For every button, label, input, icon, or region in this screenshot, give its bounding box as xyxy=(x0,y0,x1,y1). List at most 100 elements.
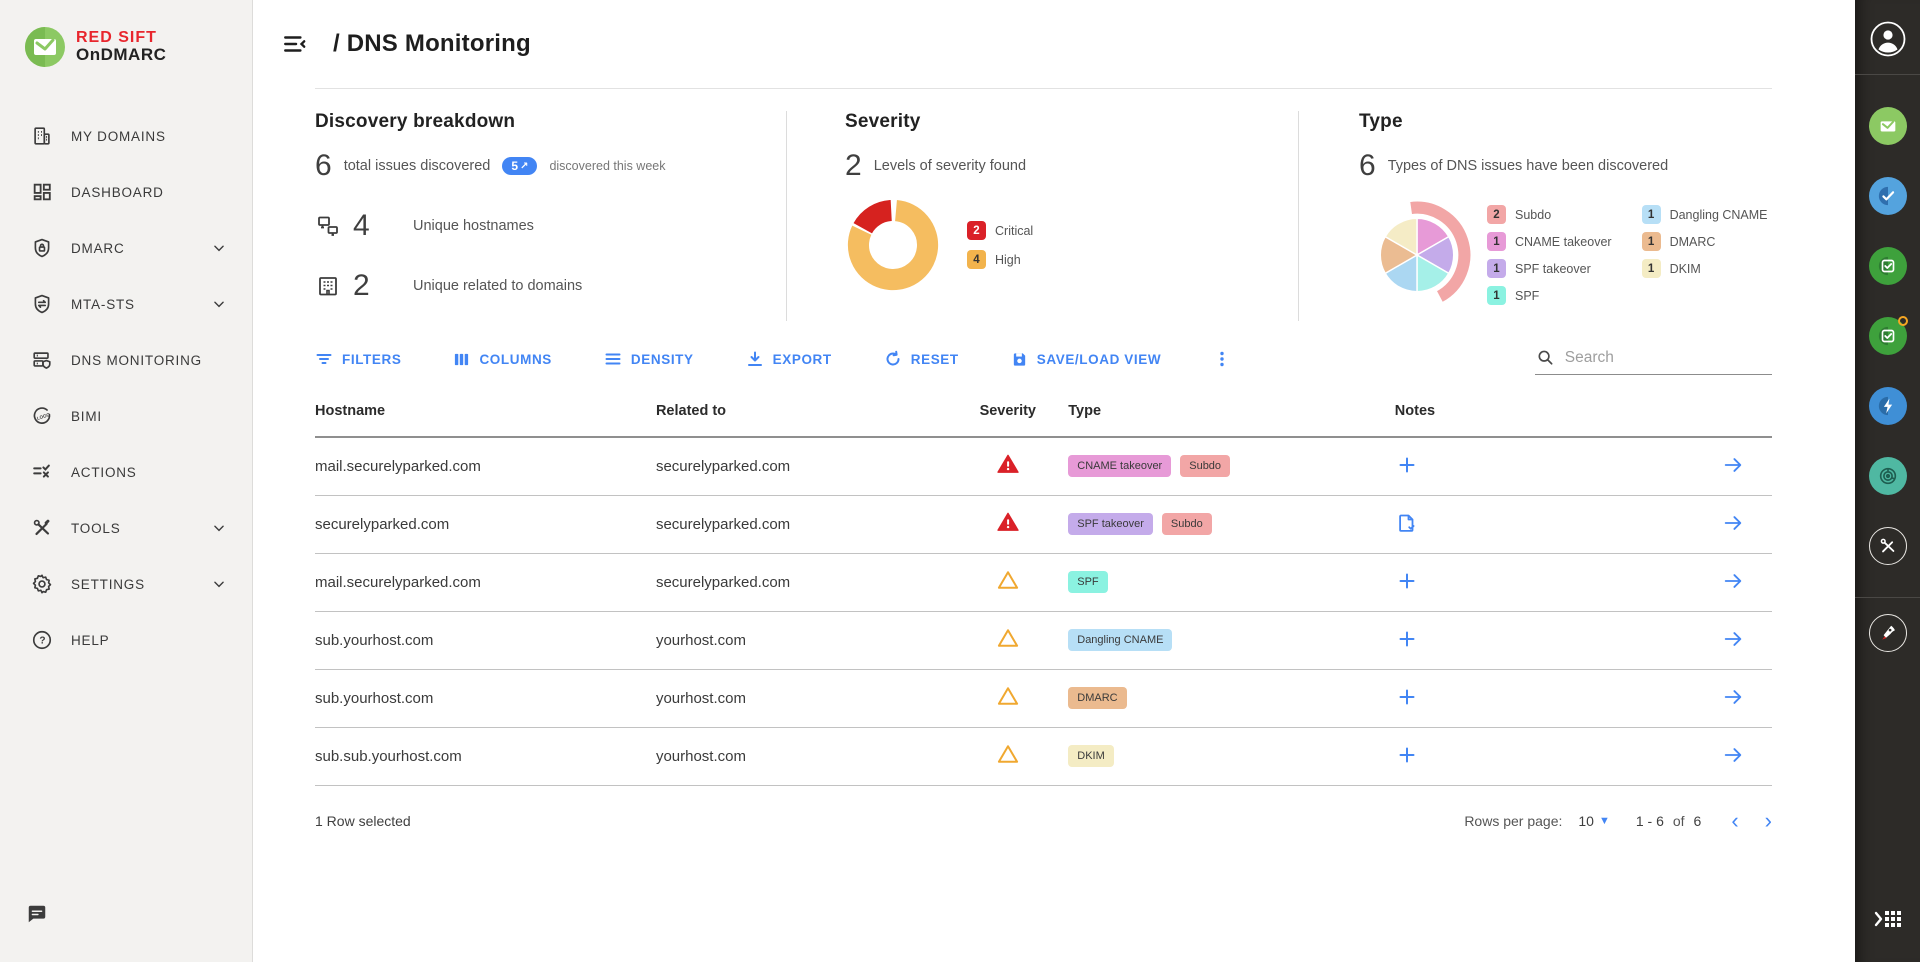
refresh-icon xyxy=(884,350,902,368)
table-row[interactable]: sub.yourhost.com yourhost.com DMARC xyxy=(315,669,1772,727)
type-badge: DKIM xyxy=(1068,745,1114,767)
next-page-button[interactable]: › xyxy=(1765,810,1772,832)
filters-button[interactable]: FILTERS xyxy=(315,350,401,368)
export-button[interactable]: EXPORT xyxy=(746,350,832,368)
chat-widget-icon[interactable] xyxy=(26,903,48,930)
table-row[interactable]: sub.yourhost.com yourhost.com Dangling C… xyxy=(315,611,1772,669)
type-badge: CNAME takeover xyxy=(1068,455,1171,477)
related-to-cell: securelyparked.com xyxy=(656,437,947,495)
type-count-badge: 2 xyxy=(1487,205,1506,224)
brand-name-line1: RED SIFT xyxy=(76,29,166,47)
sidebar-item-mta-sts[interactable]: MTA-STS xyxy=(0,276,252,332)
table-row[interactable]: sub.sub.yourhost.com yourhost.com DKIM xyxy=(315,727,1772,785)
more-options-button[interactable] xyxy=(1213,350,1231,368)
add-note-button[interactable] xyxy=(1395,569,1419,593)
open-row-arrow-button[interactable] xyxy=(1720,452,1746,478)
actions-icon xyxy=(30,460,54,484)
legend-item-spf-takeover: 1 SPF takeover xyxy=(1487,259,1612,278)
brand-name-line2: OnDMARC xyxy=(76,46,166,65)
view-note-button[interactable] xyxy=(1395,511,1419,535)
arrow-right-icon xyxy=(1722,454,1744,476)
open-row-arrow-button[interactable] xyxy=(1720,742,1746,768)
col-header-severity[interactable]: Severity xyxy=(947,387,1068,437)
app-launcher-icon[interactable] xyxy=(1874,907,1902,936)
severity-count-label: Levels of severity found xyxy=(874,158,1026,174)
search-input[interactable] xyxy=(1565,349,1770,367)
tools-app-icon[interactable] xyxy=(1869,527,1907,565)
sidebar-item-settings[interactable]: SETTINGS xyxy=(0,556,252,612)
density-button[interactable]: DENSITY xyxy=(604,350,694,368)
note-document-icon xyxy=(1397,513,1417,533)
account-icon[interactable] xyxy=(1869,20,1907,58)
notes-cell xyxy=(1389,553,1692,611)
col-header-hostname[interactable]: Hostname xyxy=(315,387,656,437)
page-total: 6 xyxy=(1694,813,1702,829)
type-badge: Subdo xyxy=(1180,455,1230,477)
rows-per-page-select[interactable]: 10 ▼ xyxy=(1578,813,1609,829)
add-note-button[interactable] xyxy=(1395,627,1419,651)
add-note-button[interactable] xyxy=(1395,453,1419,477)
save-load-view-button[interactable]: SAVE/LOAD VIEW xyxy=(1011,351,1161,368)
type-count-badge: 1 xyxy=(1642,232,1661,251)
notes-cell xyxy=(1389,437,1692,495)
table-row[interactable]: mail.securelyparked.com securelyparked.c… xyxy=(315,437,1772,495)
columns-button[interactable]: COLUMNS xyxy=(453,351,551,368)
radar-app-icon[interactable] xyxy=(1869,457,1907,495)
panel-title: Discovery breakdown xyxy=(315,111,786,133)
rail-divider xyxy=(1855,597,1920,598)
sidebar-item-help[interactable]: ? HELP xyxy=(0,612,252,668)
sidebar-nav: MY DOMAINS DASHBOARD DMARC MTA-STS xyxy=(0,108,252,668)
arrow-right-icon xyxy=(1722,744,1744,766)
ondmarc-app-icon[interactable] xyxy=(1869,107,1907,145)
sidebar-item-dns-monitoring[interactable]: DNS MONITORING xyxy=(0,332,252,388)
oninbox-app-icon[interactable] xyxy=(1869,177,1907,215)
col-header-type[interactable]: Type xyxy=(1068,387,1389,437)
notes-cell xyxy=(1389,495,1692,553)
plus-icon xyxy=(1397,571,1417,591)
ondmarc-logo-icon xyxy=(24,26,66,68)
rocket-app-icon[interactable] xyxy=(1869,614,1907,652)
previous-page-button[interactable]: ‹ xyxy=(1731,810,1738,832)
unique-domains-stat: 2 Unique related to domains xyxy=(315,269,786,303)
notes-cell xyxy=(1389,669,1692,727)
reset-button[interactable]: RESET xyxy=(884,350,959,368)
pulse-app-icon[interactable] xyxy=(1869,387,1907,425)
add-note-button[interactable] xyxy=(1395,743,1419,767)
sidebar-item-my-domains[interactable]: MY DOMAINS xyxy=(0,108,252,164)
open-row-arrow-button[interactable] xyxy=(1720,626,1746,652)
check-app-icon[interactable] xyxy=(1869,247,1907,285)
add-note-button[interactable] xyxy=(1395,685,1419,709)
severity-legend: 2 Critical 4 High xyxy=(967,221,1033,269)
sidebar-item-dmarc[interactable]: DMARC xyxy=(0,220,252,276)
discovered-this-week-badge: 5↗ xyxy=(502,157,537,175)
sidebar-item-actions[interactable]: ACTIONS xyxy=(0,444,252,500)
unique-hostnames-label: Unique hostnames xyxy=(413,218,534,234)
collapse-sidebar-icon[interactable] xyxy=(282,31,308,57)
high-severity-icon xyxy=(997,686,1019,706)
table-toolbar: FILTERS COLUMNS DENSITY EXPORT RESET SAV… xyxy=(315,343,1772,375)
unique-hostnames-stat: 4 Unique hostnames xyxy=(315,209,786,243)
col-header-related-to[interactable]: Related to xyxy=(656,387,947,437)
sidebar-item-dashboard[interactable]: DASHBOARD xyxy=(0,164,252,220)
check-notify-app-icon[interactable] xyxy=(1869,317,1907,355)
table-footer: 1 Row selected Rows per page: 10 ▼ 1 - 6… xyxy=(315,810,1772,832)
arrow-right-icon xyxy=(1722,570,1744,592)
legend-label: High xyxy=(995,253,1021,267)
left-sidebar: RED SIFT OnDMARC MY DOMAINS DASHBOARD DM… xyxy=(0,0,253,962)
open-row-arrow-button[interactable] xyxy=(1720,684,1746,710)
col-header-notes[interactable]: Notes xyxy=(1389,387,1692,437)
panel-title: Severity xyxy=(845,111,1298,133)
type-cell: DMARC xyxy=(1068,669,1389,727)
type-cell: SPF xyxy=(1068,553,1389,611)
table-row[interactable]: securelyparked.com securelyparked.com SP… xyxy=(315,495,1772,553)
domains-icon xyxy=(30,124,54,148)
open-row-arrow-button[interactable] xyxy=(1720,568,1746,594)
table-row[interactable]: mail.securelyparked.com securelyparked.c… xyxy=(315,553,1772,611)
open-row-arrow-button[interactable] xyxy=(1720,510,1746,536)
related-to-cell: yourhost.com xyxy=(656,727,947,785)
sidebar-item-bimi[interactable]: LOGO BIMI xyxy=(0,388,252,444)
severity-cell xyxy=(947,611,1068,669)
sidebar-item-tools[interactable]: TOOLS xyxy=(0,500,252,556)
high-count-badge: 4 xyxy=(967,250,986,269)
legend-label: SPF xyxy=(1515,289,1539,303)
